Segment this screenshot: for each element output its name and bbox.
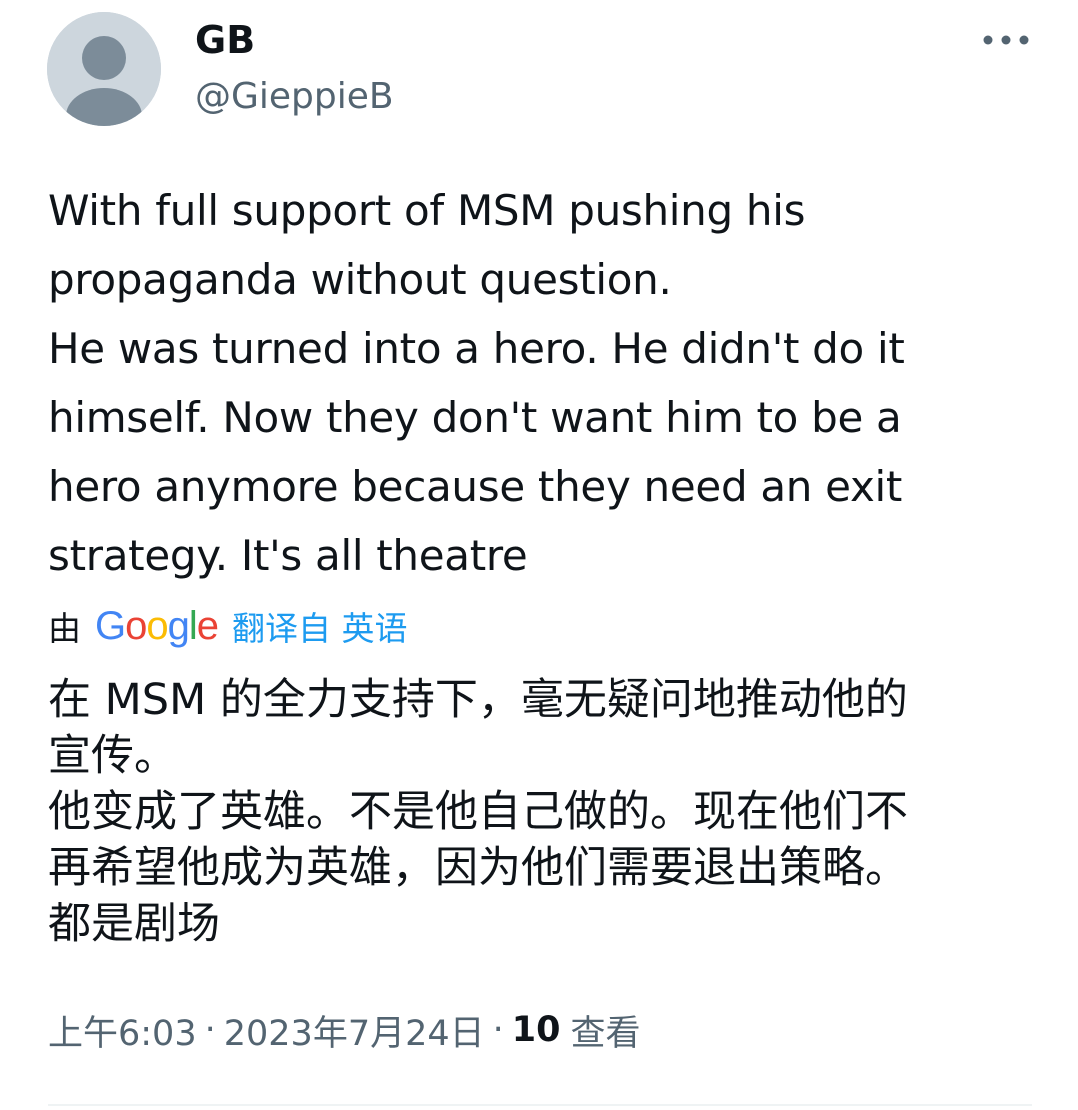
author-avatar[interactable]	[47, 12, 161, 126]
metadata-separator: ·	[492, 1010, 504, 1050]
more-horizontal-icon	[983, 35, 1029, 45]
tweet-metadata: 上午6:03 · 2023年7月24日 · 10 查看	[48, 1004, 641, 1056]
tweet-card: GB @GieppieB With full support of MSM pu…	[0, 0, 1078, 1110]
tweet-time[interactable]: 上午6:03	[48, 1005, 197, 1056]
translated-tweet-text: 在 MSM 的全力支持下，毫无疑问地推动他的 宣传。 他变成了英雄。不是他自己做…	[48, 675, 908, 949]
google-logo-letter: G	[95, 604, 126, 648]
default-avatar-icon	[47, 12, 161, 126]
views-count: 10	[511, 1010, 561, 1050]
views-label: 查看	[570, 1013, 641, 1054]
google-logo-letter: o	[125, 604, 147, 648]
author-handle[interactable]: @GieppieB	[195, 72, 394, 122]
more-options-button[interactable]	[978, 20, 1034, 60]
translated-from-link[interactable]: 翻译自 英语	[232, 602, 408, 650]
translated-by-label: 由	[48, 609, 81, 648]
google-logo-letter: e	[196, 604, 219, 648]
google-logo: Google	[95, 604, 219, 648]
tweet-text: With full support of MSM pushing his pro…	[48, 186, 905, 580]
google-logo-letter: g	[167, 604, 190, 648]
tweet-date[interactable]: 2023年7月24日	[224, 1005, 485, 1056]
google-logo-letter: l	[188, 604, 198, 648]
metadata-separator: ·	[204, 1010, 216, 1050]
author-display-name[interactable]: GB	[195, 14, 255, 66]
google-logo-letter: o	[146, 604, 168, 648]
divider	[48, 1104, 1032, 1106]
translation-attribution: 由 Google 翻译自 英语	[48, 598, 408, 654]
